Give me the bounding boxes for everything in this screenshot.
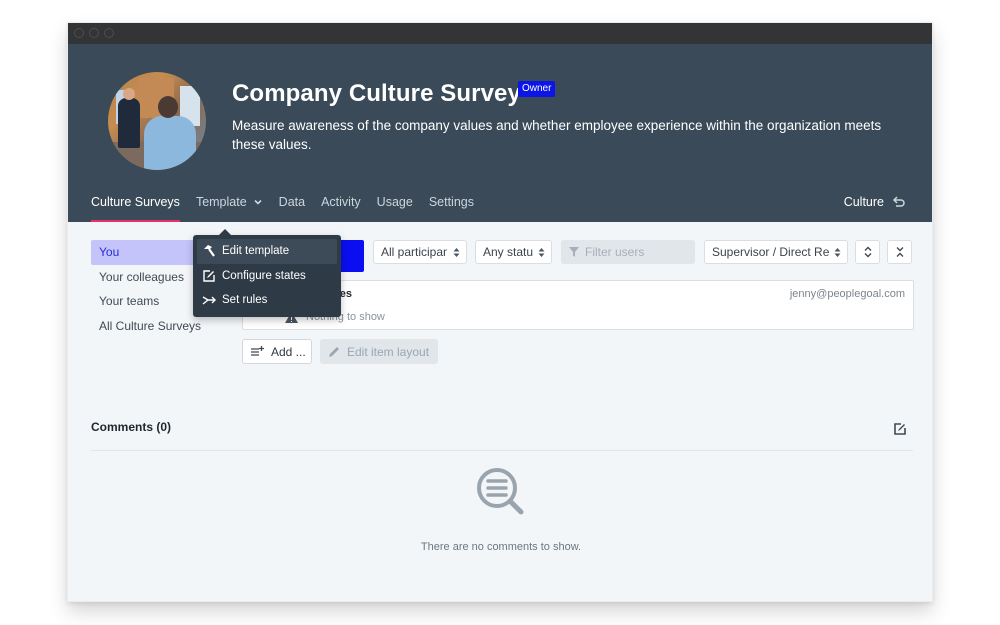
tab-label: Activity [321,195,361,209]
menu-item-label: Set rules [222,294,268,307]
participant-email: jenny@peoplegoal.com [789,288,905,300]
close-window-button[interactable] [74,28,84,38]
survey-description: Measure awareness of the company values … [232,118,882,152]
status-select-value: Any status [483,245,533,259]
search-list-icon [477,468,524,515]
collapse-icon [896,247,903,257]
participants-select-value: All participants [381,245,447,259]
survey-avatar-image [108,72,206,170]
tab-label: Settings [428,195,474,209]
return-icon [892,196,905,207]
sort-updown-icon [453,248,460,257]
expand-icon [864,246,871,258]
comments-heading: Comments (0) [91,420,172,434]
comments-empty-text: There are no comments to show. [420,541,582,553]
sort-updown-icon [834,248,841,257]
menu-item-edit-template[interactable]: Edit template [197,239,337,264]
add-item-label: Add ... [271,344,306,359]
hammer-icon [204,245,215,257]
filter-placeholder: Filter users [585,245,645,259]
page-title: Company Culture Survey [232,80,521,107]
minimize-window-button[interactable] [89,28,99,38]
tab-bar: Culture Surveys Template Data Activity U… [91,195,490,222]
survey-header: Company Culture Survey Owner Measure awa… [68,44,932,222]
menu-item-label: Edit template [222,245,290,258]
menu-item-set-rules[interactable]: Set rules [197,288,337,313]
chevron-down-icon [254,199,262,205]
tab-label: Culture Surveys [91,195,180,209]
add-item-button[interactable]: Add ... [242,339,312,364]
tab-activity[interactable]: Activity [321,195,361,222]
tab-template[interactable]: Template [196,195,263,222]
rules-icon [202,296,216,305]
window-titlebar [68,23,932,44]
edit-square-icon [203,270,215,282]
status-select[interactable]: Any status [475,240,552,264]
maximize-window-button[interactable] [104,28,114,38]
tab-label: Usage [376,195,413,209]
relationship-select-value: Supervisor / Direct Reports [712,245,830,259]
pencil-icon [329,346,339,357]
culture-link-label: Culture [843,195,884,209]
template-dropdown-menu: Edit template Configure states Set rules [193,229,341,317]
app-window: Company Culture Survey Owner Measure awa… [67,22,933,602]
tab-label: Data [278,195,306,209]
add-list-icon [251,346,264,356]
menu-item-label: Configure states [222,269,306,282]
sort-updown-icon [538,248,545,257]
tab-settings[interactable]: Settings [429,195,474,222]
filter-users-input[interactable]: Filter users [561,240,695,264]
tab-data[interactable]: Data [279,195,305,222]
edit-item-layout-label: Edit item layout [347,344,430,359]
owner-badge: Owner [518,81,556,97]
tab-usage[interactable]: Usage [377,195,413,222]
comments-divider [91,450,913,451]
tab-culture-surveys[interactable]: Culture Surveys [91,195,180,222]
relationship-select[interactable]: Supervisor / Direct Reports [704,240,848,264]
collapse-all-button[interactable] [887,240,912,264]
edit-item-layout-button[interactable]: Edit item layout [320,339,438,364]
sidebar-item-all-culture-surveys[interactable]: All Culture Surveys [91,314,237,339]
add-comment-edit-icon[interactable] [892,421,908,437]
participants-select[interactable]: All participants [373,240,467,264]
participant-card[interactable]: nes jenny@peoplegoal.com Nothing to show [242,280,914,330]
expand-all-button[interactable] [855,240,880,264]
culture-back-link[interactable]: Culture [844,195,906,209]
tab-label: Template [195,195,247,209]
menu-item-configure-states[interactable]: Configure states [197,264,337,289]
filter-funnel-icon [569,247,579,257]
